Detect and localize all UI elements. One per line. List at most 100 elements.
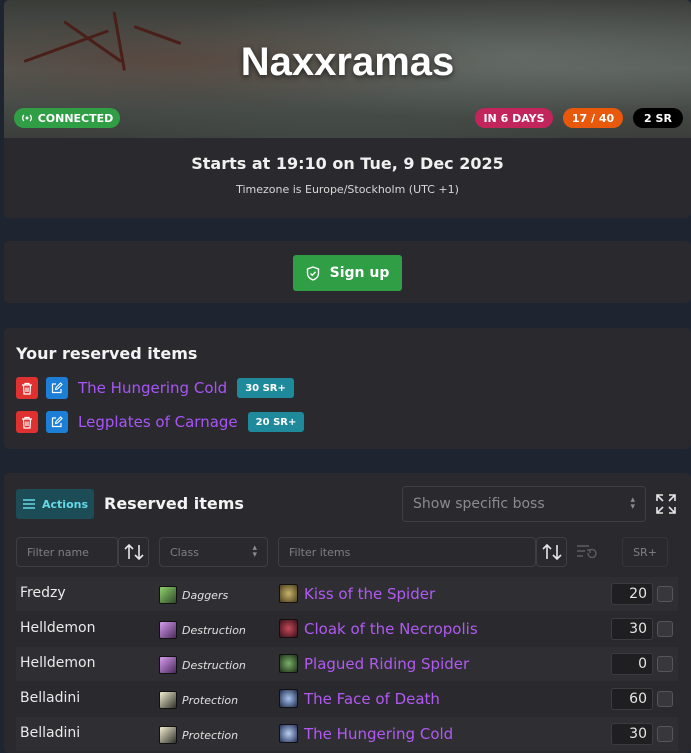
filter-name-placeholder: Filter name [27, 545, 89, 559]
edit-button[interactable] [46, 411, 68, 433]
protection-spec-icon [159, 726, 177, 744]
sr-header-label: SR+ [633, 545, 657, 559]
filter-items-placeholder: Filter items [289, 545, 351, 559]
item-cell: The Hungering Cold [279, 724, 453, 743]
chevron-updown-icon: ▴ ▾ [630, 495, 635, 512]
item-link[interactable]: Cloak of the Necropolis [304, 620, 478, 638]
sort-items-button[interactable] [536, 537, 567, 567]
sr-value-input[interactable]: 0 [611, 653, 653, 675]
delete-button[interactable] [16, 411, 38, 433]
sign-up-button[interactable]: Sign up [293, 255, 402, 291]
item-cell: Plagued Riding Spider [279, 654, 469, 673]
item-cell: Kiss of the Spider [279, 584, 435, 603]
sr-value-input[interactable]: 30 [611, 618, 653, 640]
class-select[interactable]: Class ▴ ▾ [159, 537, 268, 567]
sr-badge: 30 SR+ [237, 378, 294, 398]
spec-label: Protection [182, 693, 239, 707]
sr-count-badge: 2 SR [633, 108, 683, 128]
trash-icon [22, 382, 32, 395]
your-reserved-title: Your reserved items [16, 344, 198, 363]
your-reserved-card: Your reserved items The Hungering Cold 3… [4, 328, 691, 449]
reserved-items-title: Reserved items [104, 494, 244, 513]
item-link[interactable]: The Hungering Cold [304, 725, 453, 743]
item-link[interactable]: Kiss of the Spider [304, 585, 435, 603]
table-row: Helldemon Destruction Cloak of the Necro… [16, 612, 678, 646]
spec-label: Protection [182, 728, 239, 742]
item-link[interactable]: The Face of Death [304, 690, 440, 708]
item-link[interactable]: Plagued Riding Spider [304, 655, 469, 673]
item-cell: The Face of Death [279, 689, 440, 708]
daggers-spec-icon [159, 586, 177, 604]
trash-icon [22, 416, 32, 429]
actions-button[interactable]: Actions [16, 489, 94, 519]
row-checkbox[interactable] [657, 691, 673, 707]
reserved-entry: Legplates of Carnage 20 SR+ [16, 411, 305, 433]
edit-button[interactable] [46, 377, 68, 399]
filter-name-input[interactable]: Filter name [16, 537, 118, 567]
slots-badge: 17 / 40 [563, 108, 623, 128]
spec-cell: Destruction [159, 656, 246, 674]
edit-icon [51, 416, 63, 428]
fullscreen-button[interactable] [653, 491, 679, 517]
spec-label: Daggers [182, 588, 229, 602]
connected-badge: CONNECTED [14, 108, 120, 128]
destruction-spec-icon [159, 621, 177, 639]
sort-reset-icon [577, 545, 597, 559]
item-icon [279, 724, 298, 743]
reserved-entry: The Hungering Cold 30 SR+ [16, 377, 294, 399]
spec-label: Destruction [182, 623, 246, 637]
reserved-item-link[interactable]: The Hungering Cold [78, 379, 227, 397]
spec-cell: Destruction [159, 621, 246, 639]
delete-button[interactable] [16, 377, 38, 399]
raid-title: Naxxramas [240, 40, 455, 84]
row-checkbox[interactable] [657, 586, 673, 602]
table-row: Belladini Protection The Hungering Cold … [16, 717, 678, 751]
item-cell: Cloak of the Necropolis [279, 619, 478, 638]
player-name: Helldemon [20, 620, 96, 636]
reserved-item-link[interactable]: Legplates of Carnage [78, 413, 238, 431]
edit-icon [51, 382, 63, 394]
player-name: Belladini [20, 690, 81, 706]
sr-value-input[interactable]: 20 [611, 583, 653, 605]
item-icon [279, 654, 298, 673]
boss-select-placeholder: Show specific boss [413, 496, 545, 512]
sort-icon [541, 543, 562, 561]
row-checkbox[interactable] [657, 621, 673, 637]
table-row: Fredzy Daggers Kiss of the Spider 20 [16, 577, 678, 611]
sort-name-button[interactable] [118, 537, 149, 567]
sort-icon [123, 543, 144, 561]
spec-label: Destruction [182, 658, 246, 672]
connected-label: CONNECTED [37, 111, 114, 125]
class-select-label: Class [170, 545, 199, 559]
expand-icon [656, 494, 676, 514]
reset-sort-button[interactable] [571, 537, 603, 567]
spec-cell: Protection [159, 726, 238, 744]
sr-sort-button[interactable]: SR+ [622, 537, 668, 567]
start-time: Starts at 19:10 on Tue, 9 Dec 2025 [191, 154, 504, 173]
player-name: Helldemon [20, 655, 96, 671]
protection-spec-icon [159, 691, 177, 709]
sr-value-input[interactable]: 30 [611, 723, 653, 745]
actions-label: Actions [42, 497, 88, 511]
reserved-items-card: Actions Reserved items Show specific bos… [4, 473, 691, 753]
chevron-updown-icon: ▴ ▾ [252, 543, 257, 560]
sr-value-input[interactable]: 60 [611, 688, 653, 710]
item-icon [279, 584, 298, 603]
signup-card: Sign up [4, 241, 691, 303]
table-row: Belladini Protection The Face of Death 6… [16, 682, 678, 716]
broadcast-icon [21, 114, 32, 122]
boss-select[interactable]: Show specific boss ▴ ▾ [402, 486, 646, 522]
row-checkbox[interactable] [657, 656, 673, 672]
days-until-badge: IN 6 DAYS [475, 108, 553, 128]
item-icon [279, 689, 298, 708]
item-icon [279, 619, 298, 638]
raid-header-card: Naxxramas CONNECTED IN 6 DAYS 17 / 40 2 … [4, 0, 691, 218]
player-name: Belladini [20, 725, 81, 741]
destruction-spec-icon [159, 656, 177, 674]
shield-check-icon [306, 265, 319, 281]
filter-items-input[interactable]: Filter items [278, 537, 536, 567]
sign-up-label: Sign up [329, 265, 390, 281]
menu-icon [23, 499, 35, 509]
timezone-note: Timezone is Europe/Stockholm (UTC +1) [236, 183, 459, 196]
row-checkbox[interactable] [657, 726, 673, 742]
